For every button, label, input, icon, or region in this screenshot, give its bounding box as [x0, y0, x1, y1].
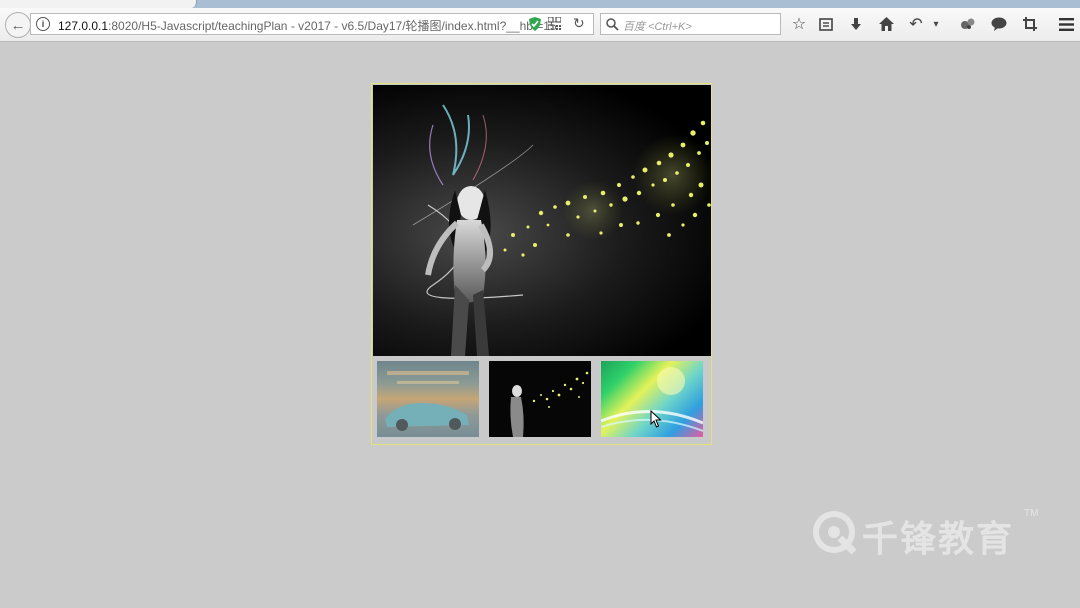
back-button[interactable]: ← — [5, 12, 31, 38]
qianfeng-logo-icon — [813, 511, 857, 555]
woman-thumbnail-image — [510, 371, 589, 437]
thumbnail-car-in-warehouse[interactable] — [377, 361, 479, 437]
active-tab[interactable] — [0, 0, 197, 8]
undo-icon[interactable]: ↶ — [905, 13, 927, 35]
woman-with-particles-illustration — [412, 104, 711, 356]
address-bar[interactable]: i 127.0.0.1:8020/H5-Javascript/teachingP… — [30, 13, 594, 35]
browser-toolbar: ← i 127.0.0.1:8020/H5-Javascript/teachin… — [0, 8, 1080, 42]
download-icon[interactable] — [845, 13, 867, 35]
qr-code-icon[interactable] — [548, 17, 561, 30]
search-icon — [606, 18, 619, 31]
crop-icon[interactable] — [1019, 13, 1041, 35]
extension-icon[interactable] — [957, 13, 979, 35]
mouse-cursor-icon — [650, 410, 662, 428]
bookmark-star-icon[interactable]: ☆ — [788, 13, 810, 35]
reading-list-icon[interactable] — [815, 13, 837, 35]
reload-icon[interactable]: ↻ — [573, 15, 585, 32]
menu-icon[interactable] — [1055, 13, 1077, 35]
watermark-text: 千锋教育 — [862, 518, 1015, 559]
tab-strip — [0, 0, 1080, 8]
url-path: :8020/H5-Javascript/teachingPlan - v2017… — [108, 19, 557, 33]
image-carousel — [371, 83, 712, 445]
chat-icon[interactable] — [988, 13, 1010, 35]
back-arrow-icon: ← — [10, 16, 26, 34]
main-slide-image[interactable] — [373, 85, 711, 356]
car-image — [385, 371, 469, 431]
search-bar[interactable]: 百度 <Ctrl+K> — [600, 13, 781, 35]
home-icon[interactable] — [875, 13, 897, 35]
shield-icon[interactable] — [529, 17, 541, 31]
info-icon[interactable]: i — [36, 17, 50, 31]
search-placeholder: 百度 <Ctrl+K> — [623, 21, 692, 33]
trademark-label: TM — [1024, 508, 1039, 519]
url-host: 127.0.0.1 — [58, 19, 109, 33]
thumbnail-woman-with-particles[interactable] — [489, 361, 591, 437]
dropdown-icon[interactable]: ▾ — [929, 13, 943, 35]
url-text: 127.0.0.1:8020/H5-Javascript/teachingPla… — [58, 17, 557, 34]
